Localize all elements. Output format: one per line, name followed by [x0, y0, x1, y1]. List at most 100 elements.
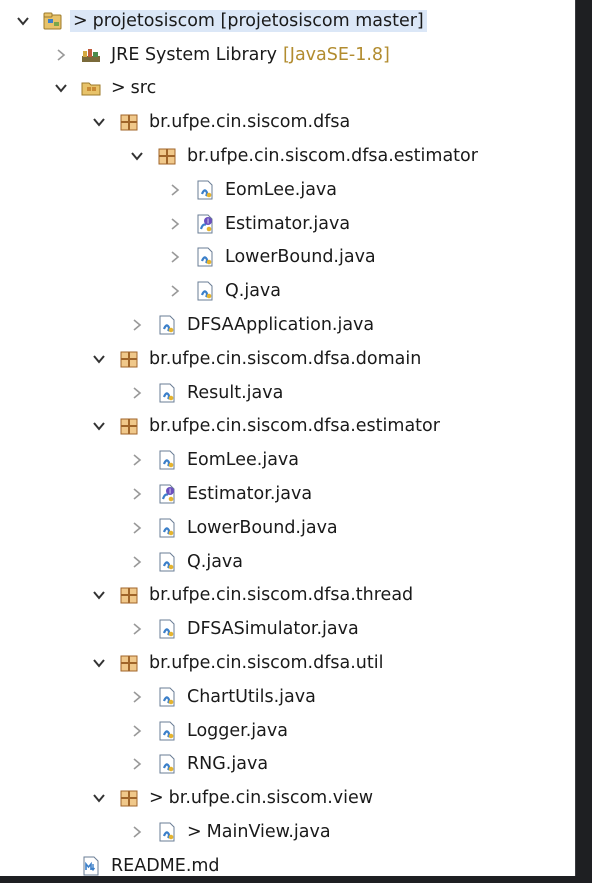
tree-item[interactable]: > br.ufpe.cin.siscom.view	[0, 781, 576, 815]
chevron-right-icon[interactable]	[126, 382, 148, 404]
tree-item[interactable]: EomLee.java	[0, 443, 576, 477]
tree-item[interactable]: RNG.java	[0, 748, 576, 782]
java-file-icon	[156, 821, 178, 843]
tree-item[interactable]: Result.java	[0, 376, 576, 410]
tree-item[interactable]: > src	[0, 72, 576, 106]
project-tree[interactable]: > projetosiscom [projetosiscom master] JRE…	[0, 4, 576, 883]
tree-item-label: LowerBound.java	[187, 517, 338, 538]
tree-item-label: JRE System Library	[111, 44, 277, 65]
tree-item[interactable]: EomLee.java	[0, 173, 576, 207]
package-icon	[118, 415, 140, 437]
chevron-down-icon[interactable]	[88, 584, 110, 606]
tree-item-label: br.ufpe.cin.siscom.view	[168, 788, 374, 809]
package-icon	[118, 111, 140, 133]
chevron-right-icon[interactable]	[164, 179, 186, 201]
java-file-icon	[156, 314, 178, 336]
tree-item-label-wrap: JRE System Library [JavaSE-1.8]	[108, 44, 393, 66]
chevron-right-icon[interactable]	[126, 517, 148, 539]
chevron-right-icon[interactable]	[126, 483, 148, 505]
package-icon	[118, 584, 140, 606]
tree-item-label-wrap: DFSASimulator.java	[184, 618, 362, 640]
tree-item[interactable]: DFSASimulator.java	[0, 612, 576, 646]
tree-item[interactable]: I Estimator.java	[0, 207, 576, 241]
java-file-icon	[156, 618, 178, 640]
tree-item-label-wrap: br.ufpe.cin.siscom.dfsa.estimator	[184, 145, 481, 167]
chevron-down-icon[interactable]	[12, 10, 34, 32]
tree-item[interactable]: DFSAApplication.java	[0, 308, 576, 342]
chevron-right-icon[interactable]	[164, 246, 186, 268]
chevron-right-icon[interactable]	[126, 720, 148, 742]
tree-item[interactable]: > projetosiscom [projetosiscom master]	[0, 4, 576, 38]
chevron-right-icon[interactable]	[50, 44, 72, 66]
tree-item[interactable]: LowerBound.java	[0, 241, 576, 275]
chevron-down-icon[interactable]	[126, 145, 148, 167]
tree-item[interactable]: br.ufpe.cin.siscom.dfsa.estimator	[0, 410, 576, 444]
tree-item-label: Result.java	[187, 382, 284, 403]
tree-item[interactable]: Q.java	[0, 545, 576, 579]
tree-item[interactable]: br.ufpe.cin.siscom.dfsa.thread	[0, 579, 576, 613]
tree-item[interactable]: br.ufpe.cin.siscom.dfsa.util	[0, 646, 576, 680]
tree-item-label: LowerBound.java	[225, 247, 376, 268]
tree-item[interactable]: br.ufpe.cin.siscom.dfsa.estimator	[0, 139, 576, 173]
chevron-down-icon[interactable]	[88, 415, 110, 437]
tree-item[interactable]: LowerBound.java	[0, 511, 576, 545]
chevron-right-icon[interactable]	[126, 618, 148, 640]
chevron-down-icon[interactable]	[88, 111, 110, 133]
tree-item-label: br.ufpe.cin.siscom.dfsa.util	[149, 653, 384, 674]
tree-item-label-wrap: br.ufpe.cin.siscom.dfsa.thread	[146, 584, 416, 606]
java-file-icon	[156, 551, 178, 573]
svg-text:I: I	[169, 488, 171, 496]
tree-item-label: EomLee.java	[187, 450, 300, 471]
chevron-right-icon[interactable]	[126, 314, 148, 336]
tree-item-label: Estimator.java	[225, 213, 351, 234]
tree-item-label: br.ufpe.cin.siscom.dfsa.estimator	[187, 146, 478, 167]
tree-item[interactable]: ChartUtils.java	[0, 680, 576, 714]
chevron-down-icon[interactable]	[88, 652, 110, 674]
tree-item-label-wrap: ChartUtils.java	[184, 686, 319, 708]
chevron-right-icon[interactable]	[126, 449, 148, 471]
tree-item-label-wrap: README.md	[108, 855, 223, 877]
git-dirty-marker: >	[149, 788, 164, 809]
tree-item[interactable]: I Estimator.java	[0, 477, 576, 511]
tree-item[interactable]: README.md	[0, 849, 576, 883]
chevron-right-icon[interactable]	[126, 551, 148, 573]
java-file-icon	[194, 246, 216, 268]
tree-item[interactable]: Logger.java	[0, 714, 576, 748]
svg-text:I: I	[207, 217, 209, 225]
tree-item[interactable]: JRE System Library [JavaSE-1.8]	[0, 38, 576, 72]
package-explorer-panel: > projetosiscom [projetosiscom master] JRE…	[0, 0, 576, 876]
git-dirty-marker: >	[73, 10, 88, 31]
chevron-right-icon[interactable]	[164, 213, 186, 235]
tree-item-label-wrap: br.ufpe.cin.siscom.dfsa.domain	[146, 348, 424, 370]
package-icon	[118, 787, 140, 809]
chevron-right-icon[interactable]	[164, 280, 186, 302]
tree-item-label: RNG.java	[187, 754, 269, 775]
chevron-right-icon[interactable]	[126, 821, 148, 843]
package-icon	[118, 348, 140, 370]
markdown-file-icon	[80, 855, 102, 877]
chevron-down-icon[interactable]	[88, 787, 110, 809]
tree-item[interactable]: Q.java	[0, 274, 576, 308]
java-file-icon	[156, 449, 178, 471]
package-icon	[156, 145, 178, 167]
chevron-down-icon[interactable]	[50, 77, 72, 99]
tree-item-label: README.md	[111, 855, 220, 876]
tree-item[interactable]: br.ufpe.cin.siscom.dfsa	[0, 105, 576, 139]
tree-item-label: src	[130, 78, 157, 99]
package-icon	[118, 652, 140, 674]
tree-item-label: Q.java	[225, 281, 282, 302]
chevron-down-icon[interactable]	[88, 348, 110, 370]
library-icon	[80, 44, 102, 66]
tree-item-label-wrap: Result.java	[184, 382, 286, 404]
tree-item-label-wrap: br.ufpe.cin.siscom.dfsa.util	[146, 652, 386, 674]
tree-item-label-wrap: Estimator.java	[222, 213, 353, 235]
chevron-right-icon[interactable]	[126, 686, 148, 708]
tree-item[interactable]: > MainView.java	[0, 815, 576, 849]
tree-item-label-wrap: Estimator.java	[184, 483, 315, 505]
tree-item-label-wrap: RNG.java	[184, 753, 271, 775]
java-file-icon	[194, 179, 216, 201]
tree-item-label: Q.java	[187, 551, 244, 572]
tree-item[interactable]: br.ufpe.cin.siscom.dfsa.domain	[0, 342, 576, 376]
chevron-right-icon[interactable]	[126, 753, 148, 775]
